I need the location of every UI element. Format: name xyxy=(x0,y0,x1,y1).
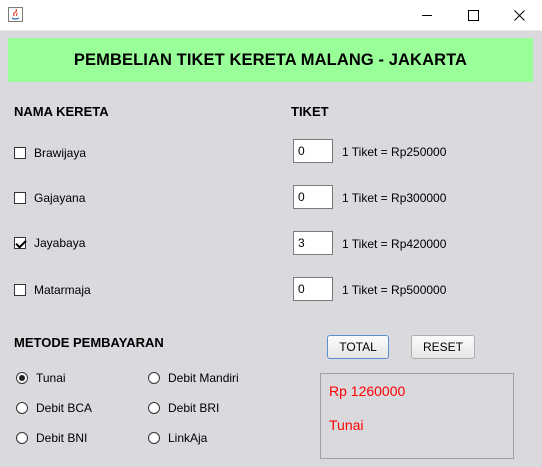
radio-button[interactable] xyxy=(148,432,160,444)
close-icon xyxy=(513,9,525,21)
minimize-icon xyxy=(421,14,432,16)
radio-button[interactable] xyxy=(148,402,160,414)
page-title: PEMBELIAN TIKET KERETA MALANG - JAKARTA xyxy=(8,38,533,82)
payment-option-label: Debit BCA xyxy=(36,401,93,415)
train-section-label: NAMA KERETA xyxy=(14,104,109,119)
payment-section-label: METODE PEMBAYARAN xyxy=(14,335,164,350)
ticket-price-label: 1 Tiket = Rp300000 xyxy=(342,191,447,205)
ticket-price-label: 1 Tiket = Rp250000 xyxy=(342,145,447,159)
train-option-matarmaja[interactable]: Matarmaja xyxy=(14,282,91,298)
ticket-price-label: 1 Tiket = Rp500000 xyxy=(342,283,447,297)
payment-option-label: Debit BNI xyxy=(36,431,88,445)
payment-option-label: Debit BRI xyxy=(168,401,220,415)
radio-button[interactable] xyxy=(148,372,160,384)
train-option-jayabaya[interactable]: Jayabaya xyxy=(14,235,85,251)
ticket-section-label: TIKET xyxy=(291,104,329,119)
maximize-button[interactable] xyxy=(450,0,496,30)
train-name: Gajayana xyxy=(34,191,86,205)
payment-option-debit-bca[interactable]: Debit BCA xyxy=(16,400,92,416)
ticket-qty-input-gajayana[interactable]: 0 xyxy=(293,185,333,209)
radio-button[interactable] xyxy=(16,432,28,444)
train-option-gajayana[interactable]: Gajayana xyxy=(14,190,85,206)
close-button[interactable] xyxy=(496,0,542,30)
payment-option-debit-bri[interactable]: Debit BRI xyxy=(148,400,219,416)
radio-button[interactable] xyxy=(16,372,28,384)
checkbox[interactable] xyxy=(14,284,26,296)
minimize-button[interactable] xyxy=(404,0,450,30)
reset-button[interactable]: RESET xyxy=(411,335,475,359)
java-icon xyxy=(8,7,23,22)
train-name: Matarmaja xyxy=(34,283,91,297)
train-name: Brawijaya xyxy=(34,146,87,160)
checkbox[interactable] xyxy=(14,237,26,249)
total-amount: Rp 1260000 xyxy=(329,383,406,399)
payment-option-tunai[interactable]: Tunai xyxy=(16,370,66,386)
payment-method-result: Tunai xyxy=(329,417,364,433)
payment-option-linkaja[interactable]: LinkAja xyxy=(148,430,207,446)
payment-option-label: Debit Mandiri xyxy=(168,371,239,385)
maximize-icon xyxy=(467,9,479,21)
payment-option-debit-mandiri[interactable]: Debit Mandiri xyxy=(148,370,239,386)
title-bar xyxy=(0,0,542,31)
payment-option-debit-bni[interactable]: Debit BNI xyxy=(16,430,87,446)
payment-option-label: Tunai xyxy=(36,371,66,385)
ticket-qty-input-jayabaya[interactable]: 3 xyxy=(293,231,333,255)
train-name: Jayabaya xyxy=(34,236,86,250)
train-option-brawijaya[interactable]: Brawijaya xyxy=(14,145,86,161)
checkbox[interactable] xyxy=(14,192,26,204)
checkbox[interactable] xyxy=(14,147,26,159)
ticket-price-label: 1 Tiket = Rp420000 xyxy=(342,237,447,251)
radio-button[interactable] xyxy=(16,402,28,414)
main-panel: PEMBELIAN TIKET KERETA MALANG - JAKARTA … xyxy=(0,31,542,467)
result-panel: Rp 1260000 Tunai xyxy=(320,373,514,459)
ticket-qty-input-matarmaja[interactable]: 0 xyxy=(293,277,333,301)
ticket-qty-input-brawijaya[interactable]: 0 xyxy=(293,139,333,163)
payment-option-label: LinkAja xyxy=(168,431,208,445)
total-button[interactable]: TOTAL xyxy=(327,335,389,359)
